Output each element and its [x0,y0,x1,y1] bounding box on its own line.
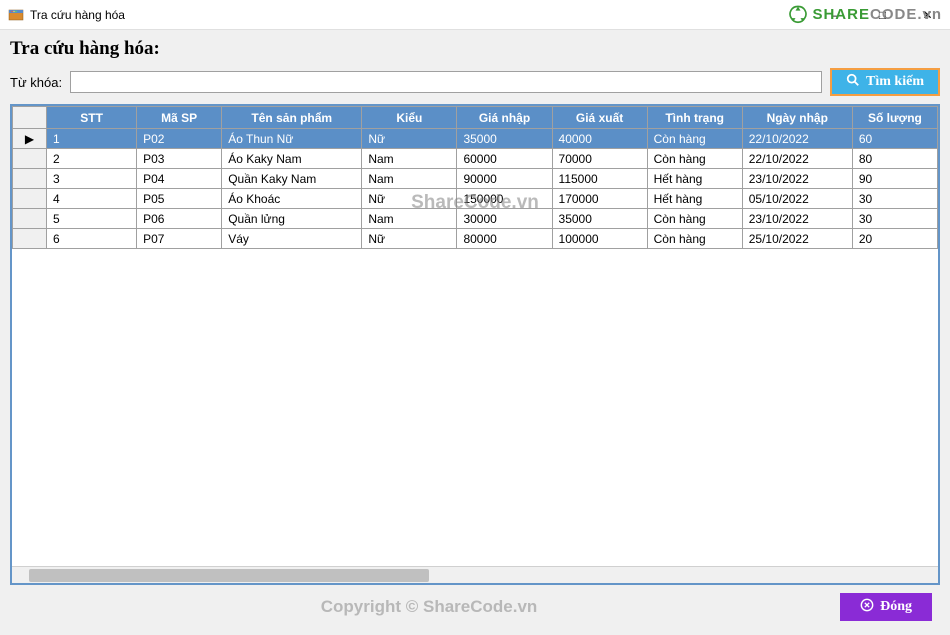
cell[interactable]: 30000 [457,209,552,229]
table-row[interactable]: ▶1P02Áo Thun NữNữ3500040000Còn hàng22/10… [13,129,938,149]
cell[interactable]: 23/10/2022 [742,209,852,229]
cell[interactable]: Còn hàng [647,229,742,249]
cell[interactable]: 150000 [457,189,552,209]
close-icon [860,598,874,617]
copyright-text: Copyright © ShareCode.vn [18,597,840,617]
data-grid[interactable]: STTMã SPTên sản phẩmKiểuGiá nhậpGiá xuất… [10,104,940,585]
cell[interactable]: 3 [47,169,137,189]
close-button-label: Đóng [880,599,912,615]
cell[interactable]: Nam [362,169,457,189]
cell[interactable]: Áo Kaky Nam [222,149,362,169]
cell[interactable]: 80 [852,149,937,169]
cell[interactable]: 22/10/2022 [742,129,852,149]
page-title: Tra cứu hàng hóa: [10,38,940,60]
column-header[interactable]: Giá nhập [457,107,552,129]
cell[interactable]: 23/10/2022 [742,169,852,189]
cell[interactable]: 70000 [552,149,647,169]
cell[interactable]: 25/10/2022 [742,229,852,249]
cell[interactable]: Hết hàng [647,189,742,209]
cell[interactable]: Nữ [362,129,457,149]
row-indicator[interactable] [13,229,47,249]
cell[interactable]: P05 [137,189,222,209]
row-indicator[interactable] [13,149,47,169]
cell[interactable]: 4 [47,189,137,209]
column-header[interactable]: Mã SP [137,107,222,129]
cell[interactable]: P06 [137,209,222,229]
cell[interactable]: Nam [362,209,457,229]
table-row[interactable]: 5P06Quần lửngNam3000035000Còn hàng23/10/… [13,209,938,229]
column-header[interactable]: Ngày nhập [742,107,852,129]
cell[interactable]: 22/10/2022 [742,149,852,169]
cell[interactable]: 60 [852,129,937,149]
row-indicator[interactable]: ▶ [13,129,47,149]
cell[interactable]: Áo Khoác [222,189,362,209]
search-button[interactable]: Tìm kiếm [830,68,940,96]
column-header[interactable]: Tình trạng [647,107,742,129]
cell[interactable]: 40000 [552,129,647,149]
recycle-icon [788,4,808,24]
cell[interactable]: Còn hàng [647,149,742,169]
cell[interactable]: Váy [222,229,362,249]
row-indicator[interactable] [13,189,47,209]
cell[interactable]: 90 [852,169,937,189]
cell[interactable]: Quần lửng [222,209,362,229]
cell[interactable]: 30 [852,209,937,229]
search-label: Từ khóa: [10,75,62,90]
cell[interactable]: 80000 [457,229,552,249]
column-header[interactable]: Số lượng [852,107,937,129]
cell[interactable]: 30 [852,189,937,209]
cell[interactable]: P07 [137,229,222,249]
cell[interactable]: Nam [362,149,457,169]
cell[interactable]: Nữ [362,189,457,209]
cell[interactable]: Quần Kaky Nam [222,169,362,189]
table-row[interactable]: 6P07VáyNữ80000100000Còn hàng25/10/202220 [13,229,938,249]
cell[interactable]: 20 [852,229,937,249]
app-icon [8,7,24,23]
cell[interactable]: 170000 [552,189,647,209]
column-header[interactable]: STT [47,107,137,129]
cell[interactable]: 1 [47,129,137,149]
column-header[interactable]: Giá xuất [552,107,647,129]
cell[interactable]: 05/10/2022 [742,189,852,209]
close-button[interactable]: Đóng [840,593,932,621]
search-row: Từ khóa: Tìm kiếm [10,68,940,96]
window-title: Tra cứu hàng hóa [30,8,125,22]
table-row[interactable]: 3P04Quần Kaky NamNam90000115000Hết hàng2… [13,169,938,189]
cell[interactable]: 115000 [552,169,647,189]
cell[interactable]: 90000 [457,169,552,189]
table-row[interactable]: 4P05Áo KhoácNữ150000170000Hết hàng05/10/… [13,189,938,209]
horizontal-scrollbar[interactable] [12,566,938,583]
row-selector-header [13,107,47,129]
row-indicator[interactable] [13,169,47,189]
cell[interactable]: 6 [47,229,137,249]
cell[interactable]: Nữ [362,229,457,249]
cell[interactable]: P04 [137,169,222,189]
search-input[interactable] [70,71,822,93]
search-button-label: Tìm kiếm [866,74,924,90]
cell[interactable]: 35000 [552,209,647,229]
cell[interactable]: 35000 [457,129,552,149]
cell[interactable]: Hết hàng [647,169,742,189]
cell[interactable]: 60000 [457,149,552,169]
cell[interactable]: P03 [137,149,222,169]
table-row[interactable]: 2P03Áo Kaky NamNam6000070000Còn hàng22/1… [13,149,938,169]
cell[interactable]: Còn hàng [647,209,742,229]
cell[interactable]: 100000 [552,229,647,249]
column-header[interactable]: Kiểu [362,107,457,129]
row-indicator[interactable] [13,209,47,229]
cell[interactable]: P02 [137,129,222,149]
cell[interactable]: Áo Thun Nữ [222,129,362,149]
cell[interactable]: Còn hàng [647,129,742,149]
cell[interactable]: 2 [47,149,137,169]
cell[interactable]: 5 [47,209,137,229]
brand-watermark: SHARECODE.vn [788,4,942,24]
search-icon [846,73,860,92]
column-header[interactable]: Tên sản phẩm [222,107,362,129]
